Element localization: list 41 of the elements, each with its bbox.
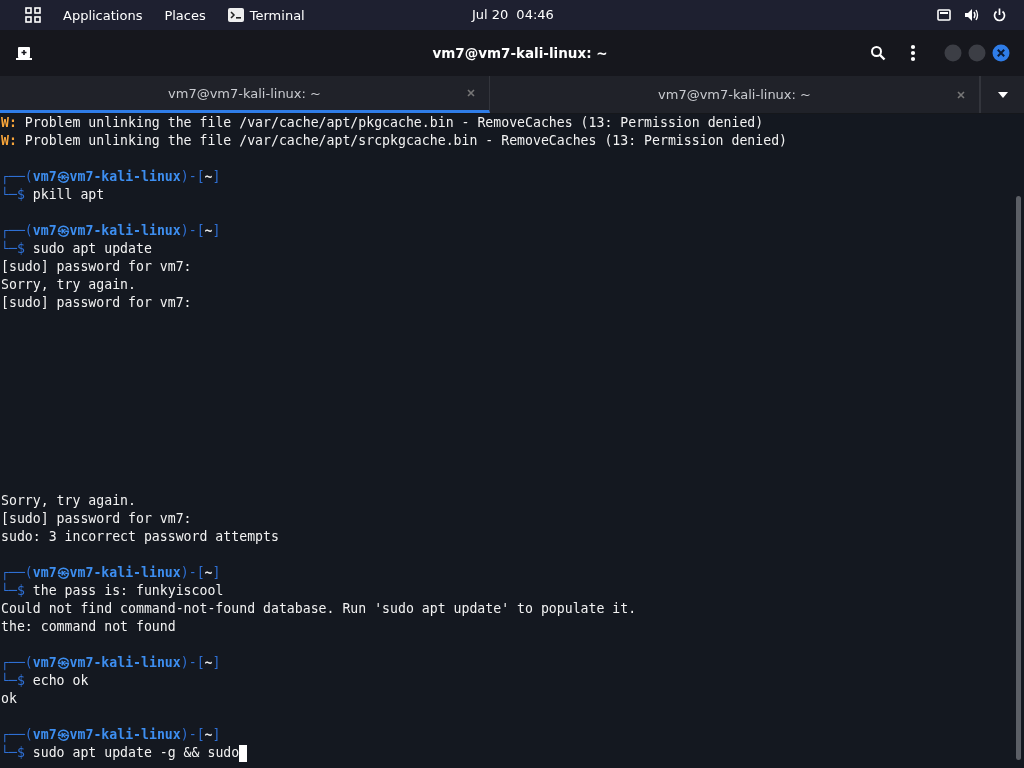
output-line: Could not find command-not-found database. Run 'sudo apt update' to populate it. xyxy=(1,600,637,618)
monitor-icon[interactable] xyxy=(937,9,951,21)
time-label: 04:46 xyxy=(516,7,554,22)
prompt-line: ┌──(vm7㉿vm7-kali-linux)-[~] xyxy=(1,654,221,672)
command-line: └─$ pkill apt xyxy=(1,186,105,204)
command-line: └─$ the pass is: funkyiscool xyxy=(1,582,224,600)
app-menu[interactable]: Terminal xyxy=(249,7,305,23)
command-line: └─$ sudo apt update -g && sudo xyxy=(1,744,240,762)
terminal-tab[interactable]: vm7@vm7-kali-linux: ~ xyxy=(490,76,980,113)
close-tab-icon[interactable] xyxy=(957,90,965,99)
search-icon[interactable] xyxy=(870,45,886,61)
scrollbar[interactable] xyxy=(1016,196,1021,760)
output-line: ok xyxy=(1,690,17,708)
menu-icon[interactable] xyxy=(910,44,916,62)
prompt-line: ┌──(vm7㉿vm7-kali-linux)-[~] xyxy=(1,726,221,744)
date-label: Jul 20 xyxy=(472,7,509,22)
command-line: └─$ echo ok xyxy=(1,672,89,690)
volume-icon[interactable] xyxy=(964,8,980,22)
terminal-icon xyxy=(227,8,244,22)
command-line: └─$ sudo apt update xyxy=(1,240,152,258)
output-line: [sudo] password for vm7: xyxy=(1,258,192,276)
output-line: the: command not found xyxy=(1,618,176,636)
close-tab-icon[interactable] xyxy=(467,89,475,97)
prompt-line: ┌──(vm7㉿vm7-kali-linux)-[~] xyxy=(1,564,221,582)
output-line: Sorry, try again. xyxy=(1,276,136,294)
warning-line: W: Problem unlinking the file /var/cache/apt/srcpkgcache.bin - RemoveCaches (13: Permission denied) xyxy=(1,132,788,150)
output-line: [sudo] password for vm7: xyxy=(1,294,192,312)
new-tab-icon[interactable] xyxy=(16,46,32,60)
prompt-line: ┌──(vm7㉿vm7-kali-linux)-[~] xyxy=(1,168,221,186)
app-grid-icon[interactable] xyxy=(25,7,41,23)
caret-icon xyxy=(997,91,1008,98)
warning-line: W: Problem unlinking the file /var/cache/apt/pkgcache.bin - RemoveCaches (13: Permission denied) xyxy=(1,114,764,132)
power-icon[interactable] xyxy=(993,8,1006,22)
prompt-line: ┌──(vm7㉿vm7-kali-linux)-[~] xyxy=(1,222,221,240)
output-line: [sudo] password for vm7: xyxy=(1,510,192,528)
top-menu[interactable]: Places xyxy=(164,7,206,23)
window-title: vm7@vm7-kali-linux: ~ xyxy=(432,45,608,61)
output-line: Sorry, try again. xyxy=(1,492,136,510)
close-icon[interactable] xyxy=(992,44,1010,62)
top-menu[interactable]: Applications xyxy=(63,7,143,23)
output-line: sudo: 3 incorrect password attempts xyxy=(1,528,279,546)
